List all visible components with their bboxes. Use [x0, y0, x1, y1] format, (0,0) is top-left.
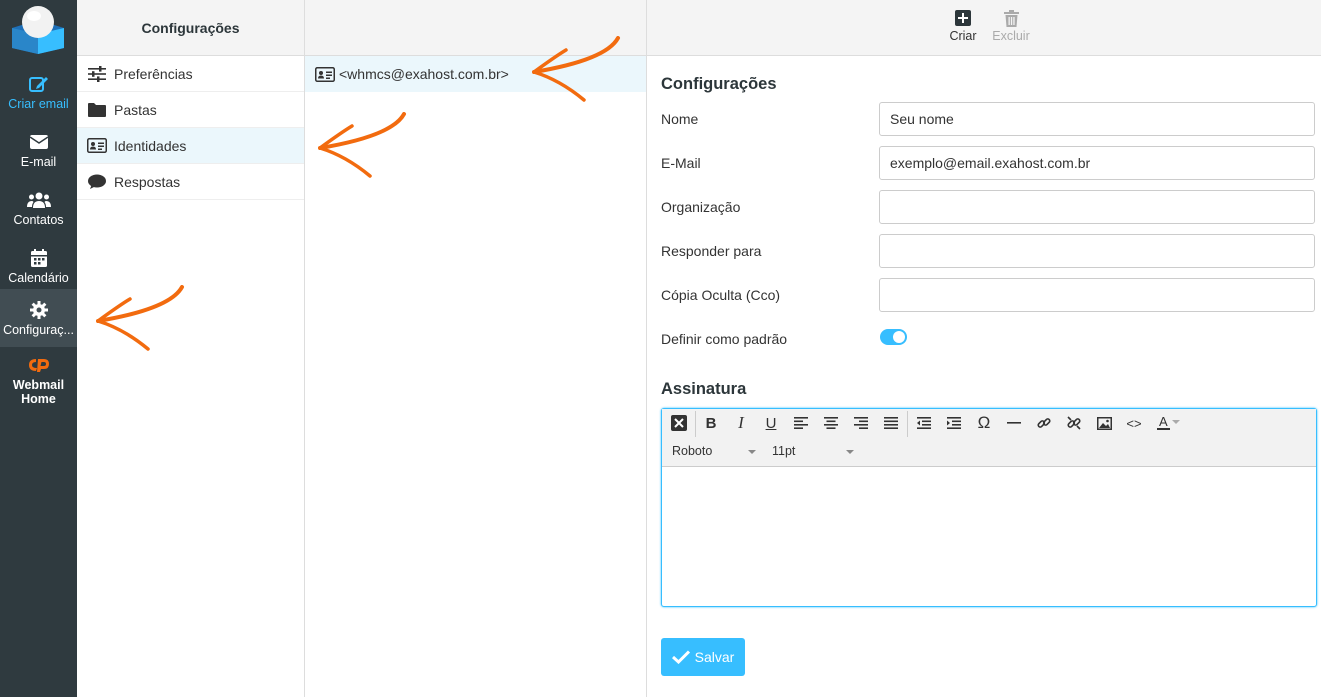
organization-field[interactable]: [879, 190, 1315, 224]
id-card-icon: [87, 137, 107, 155]
create-button[interactable]: Criar: [938, 7, 988, 43]
signature-title: Assinatura: [661, 380, 747, 398]
email-field[interactable]: [879, 146, 1315, 180]
nav-email[interactable]: E-mail: [0, 121, 77, 179]
outdent-icon[interactable]: [911, 412, 937, 434]
name-field[interactable]: [879, 102, 1315, 136]
comment-icon: [87, 173, 107, 191]
webmail-app: Criar email E-mail Contatos Calendário C: [0, 0, 1321, 697]
settings-menu-title: Configurações: [77, 0, 304, 56]
nav-calendar-label: Calendário: [8, 271, 69, 285]
signature-editor-body[interactable]: [662, 467, 1316, 606]
identity-label: <whmcs@exahost.com.br>: [339, 66, 509, 82]
identity-form-pane: Criar Excluir Configurações Nome E-Mail …: [647, 0, 1321, 697]
name-label: Nome: [661, 111, 699, 127]
sliders-icon: [87, 65, 107, 83]
svg-text:A: A: [1159, 415, 1168, 429]
delete-button[interactable]: Excluir: [986, 7, 1036, 43]
italic-icon[interactable]: I: [728, 412, 754, 434]
menu-item-folders[interactable]: Pastas: [77, 92, 304, 128]
email-label: E-Mail: [661, 155, 701, 171]
nav-compose-label: Criar email: [8, 97, 69, 111]
nav-settings-label: Configuraç...: [3, 323, 74, 337]
calendar-icon: [30, 247, 47, 269]
folder-icon: [87, 101, 107, 119]
editor-separator: [907, 411, 908, 437]
nav-calendar[interactable]: Calendário: [0, 237, 77, 295]
form-toolbar: Criar Excluir: [647, 0, 1321, 56]
nav-contacts-label: Contatos: [13, 213, 64, 227]
font-size-value: 11pt: [772, 444, 796, 458]
special-char-icon[interactable]: Ω: [971, 412, 997, 434]
settings-menu: Configurações Preferências Pastas Identi…: [77, 0, 305, 697]
bold-icon[interactable]: B: [698, 412, 724, 434]
reply-to-field[interactable]: [879, 234, 1315, 268]
save-button[interactable]: Salvar: [661, 638, 745, 676]
identity-row[interactable]: <whmcs@exahost.com.br>: [305, 56, 646, 92]
reply-to-label: Responder para: [661, 243, 762, 259]
chevron-down-icon: [846, 450, 854, 454]
envelope-icon: [29, 131, 48, 153]
nav-contacts[interactable]: Contatos: [0, 179, 77, 237]
signature-editor: B I U Ω <> A Roboto 11pt: [661, 408, 1317, 607]
toggle-knob: [893, 331, 905, 343]
image-icon[interactable]: [1091, 412, 1117, 434]
id-card-icon: [315, 66, 335, 82]
nav-email-label: E-mail: [20, 155, 57, 169]
horizontal-rule-icon[interactable]: [1001, 412, 1027, 434]
cpanel-icon: [27, 354, 51, 376]
underline-icon[interactable]: U: [758, 412, 784, 434]
gear-icon: [29, 299, 48, 321]
menu-item-preferences-label: Preferências: [114, 65, 193, 82]
form-section-title: Configurações: [661, 75, 777, 93]
bcc-label: Cópia Oculta (Cco): [661, 287, 781, 303]
default-toggle[interactable]: [880, 329, 907, 345]
menu-item-identities[interactable]: Identidades: [77, 128, 304, 164]
roundcube-logo[interactable]: [12, 4, 64, 54]
users-icon: [26, 189, 51, 211]
align-justify-icon[interactable]: [878, 412, 904, 434]
trash-icon: [1003, 7, 1019, 29]
menu-item-preferences[interactable]: Preferências: [77, 56, 304, 92]
save-button-label: Salvar: [694, 649, 735, 665]
align-center-icon[interactable]: [818, 412, 844, 434]
html-mode-icon[interactable]: [666, 412, 692, 434]
menu-item-identities-label: Identidades: [114, 137, 187, 154]
font-size-select[interactable]: 11pt: [772, 440, 858, 462]
editor-toolbar: B I U Ω <> A Roboto 11pt: [662, 409, 1316, 467]
menu-item-responses-label: Respostas: [114, 173, 181, 190]
nav-webmail-label: Webmail: [12, 378, 65, 392]
organization-label: Organização: [661, 199, 741, 215]
identities-list-header: [305, 0, 646, 56]
main-nav: Criar email E-mail Contatos Calendário C: [0, 0, 77, 697]
code-icon[interactable]: <>: [1121, 412, 1147, 434]
identities-list: <whmcs@exahost.com.br>: [305, 0, 647, 697]
menu-item-responses[interactable]: Respostas: [77, 164, 304, 200]
link-icon[interactable]: [1031, 412, 1057, 434]
align-left-icon[interactable]: [788, 412, 814, 434]
font-family-value: Roboto: [672, 444, 713, 458]
nav-home-label: Home: [21, 392, 56, 406]
indent-icon[interactable]: [941, 412, 967, 434]
chevron-down-icon: [748, 450, 756, 454]
delete-button-label: Excluir: [992, 29, 1030, 43]
compose-icon: [28, 73, 49, 95]
nav-settings[interactable]: Configuraç...: [0, 289, 77, 347]
default-label: Definir como padrão: [661, 331, 788, 347]
create-button-label: Criar: [949, 29, 977, 43]
editor-separator: [695, 411, 696, 437]
unlink-icon[interactable]: [1061, 412, 1087, 434]
bcc-field[interactable]: [879, 278, 1315, 312]
align-right-icon[interactable]: [848, 412, 874, 434]
nav-compose[interactable]: Criar email: [0, 63, 77, 121]
menu-item-folders-label: Pastas: [114, 101, 157, 118]
font-family-select[interactable]: Roboto: [672, 440, 758, 462]
plus-square-icon: [955, 7, 971, 29]
nav-webmail-home[interactable]: Webmail Home: [0, 350, 77, 410]
check-icon: [671, 650, 690, 664]
